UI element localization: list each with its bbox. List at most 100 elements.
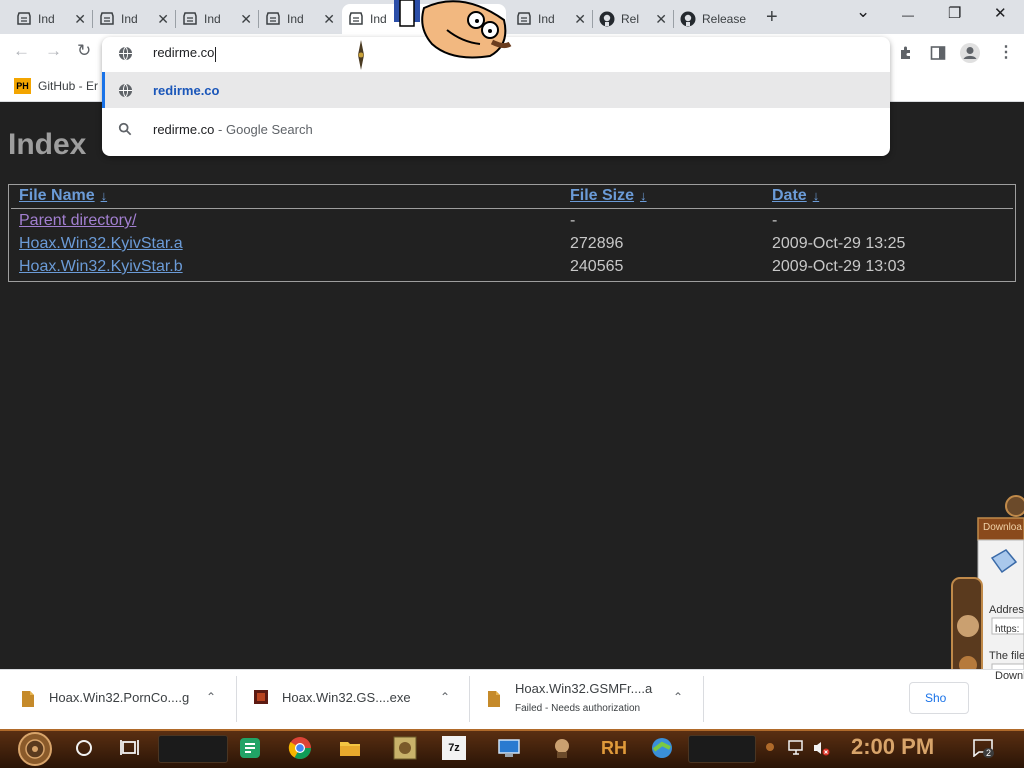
globe-app-icon[interactable] (650, 736, 674, 760)
row-size: 240565 (570, 258, 624, 275)
close-icon[interactable]: ✕ (655, 11, 667, 28)
cartoon-character-sticker (394, 0, 512, 59)
row-link-file[interactable]: Hoax.Win32.KyivStar.a (19, 235, 183, 253)
close-icon[interactable]: ✕ (74, 11, 86, 28)
pin-decoration (358, 40, 364, 70)
spreadsheet-app-icon[interactable] (238, 736, 262, 760)
tab-3[interactable]: Ind ✕ (176, 4, 258, 34)
file-explorer-icon[interactable] (338, 736, 362, 760)
column-header-date[interactable]: Date ↓ (772, 187, 819, 205)
tab-title: Ind (538, 12, 555, 26)
tab-7[interactable]: Rel ✕ (593, 4, 673, 34)
gadget-address-label: Addres (989, 604, 1024, 616)
tab-title: Rel (621, 12, 640, 26)
row-date: 2009-Oct-29 13:25 (772, 235, 906, 252)
sort-arrow-icon[interactable]: ↓ (813, 188, 820, 203)
restore-button[interactable]: ❐ (948, 4, 961, 22)
chevron-up-icon[interactable]: ⌃ (206, 690, 216, 704)
tab-6[interactable]: Ind ✕ (510, 4, 592, 34)
monitor-app-icon[interactable] (497, 736, 521, 760)
sort-arrow-icon[interactable]: ↓ (101, 188, 108, 203)
close-icon[interactable]: ✕ (323, 11, 335, 28)
address-input[interactable]: redirme.co (153, 45, 217, 62)
tab-8[interactable]: Release (674, 4, 756, 34)
tab-4[interactable]: Ind ✕ (259, 4, 341, 34)
download-status: Failed - Needs authorization (515, 703, 641, 714)
rh-app-icon[interactable]: RH (600, 736, 628, 760)
download-item[interactable]: Hoax.Win32.GS....exe ⌃ (236, 669, 469, 729)
suggestion-search[interactable]: redirme.co - Google Search (102, 111, 890, 147)
bookmark-label: GitHub - Er (38, 79, 99, 93)
download-filename: Hoax.Win32.GSMFr....a (515, 681, 653, 696)
row-link-file[interactable]: Hoax.Win32.KyivStar.b (19, 258, 183, 276)
show-all-button[interactable]: Sho (909, 682, 969, 714)
taskbar-slot (158, 735, 228, 763)
download-separator (703, 676, 704, 722)
reload-button[interactable]: ↻ (77, 41, 91, 61)
task-view-icon[interactable] (118, 736, 142, 760)
exe-file-icon (254, 690, 268, 704)
ph-logo-icon: PH (14, 78, 31, 94)
file-icon (22, 691, 34, 707)
download-item[interactable]: Hoax.Win32.PornCo....g ⌃ (0, 669, 236, 729)
bookmark-github[interactable]: PH GitHub - Er (14, 78, 98, 94)
globe-icon (118, 46, 133, 61)
search-icon (118, 122, 132, 136)
row-date: - (772, 212, 778, 229)
row-link-parent-directory[interactable]: Parent directory/ (19, 212, 136, 230)
download-item-failed[interactable]: Hoax.Win32.GSMFr....a Failed - Needs aut… (469, 669, 703, 729)
directory-icon (349, 12, 363, 25)
network-icon[interactable] (786, 736, 806, 760)
taskbar-clock[interactable]: 2:00 PM (851, 734, 934, 760)
close-icon[interactable]: ✕ (574, 11, 586, 28)
gadget-address-input[interactable]: https: (995, 624, 1019, 635)
tab-title: Ind (287, 12, 304, 26)
menu-icon[interactable]: ⋮ (998, 42, 1014, 62)
chevron-up-icon[interactable]: ⌃ (673, 690, 683, 704)
close-window-button[interactable]: ✕ (994, 4, 1007, 22)
character-app-icon[interactable] (550, 736, 574, 760)
gadget-file-label: The file (989, 650, 1024, 662)
directory-icon (100, 12, 114, 25)
suggestion-text: redirme.co (153, 82, 220, 98)
start-button[interactable] (12, 731, 58, 767)
game-app-icon[interactable] (393, 736, 417, 760)
page-title: Index (8, 128, 87, 161)
search-circle-icon[interactable] (72, 736, 96, 760)
tab-title: Ind (121, 12, 138, 26)
tab-1[interactable]: Ind ✕ (10, 4, 92, 34)
side-panel-icon[interactable] (930, 45, 946, 61)
download-filename: Hoax.Win32.PornCo....g (49, 690, 190, 705)
download-filename: Hoax.Win32.GS....exe (282, 690, 411, 705)
sort-arrow-icon[interactable]: ↓ (640, 188, 647, 203)
tray-overflow-icon[interactable] (763, 740, 777, 754)
column-header-name[interactable]: File Name ↓ (19, 187, 107, 205)
forward-button[interactable]: → (45, 41, 62, 61)
close-icon[interactable]: ✕ (240, 11, 252, 28)
tab-title: Ind (370, 12, 387, 26)
column-header-size[interactable]: File Size ↓ (570, 187, 647, 205)
github-icon (680, 11, 696, 27)
back-button[interactable]: ← (13, 41, 30, 61)
tab-title: Release (702, 12, 747, 26)
extensions-icon[interactable] (898, 45, 914, 61)
tab-2[interactable]: Ind ✕ (93, 4, 175, 34)
suggestion-url[interactable]: redirme.co (102, 72, 890, 108)
gadget-download-button[interactable]: Downl (995, 670, 1024, 682)
chrome-icon[interactable] (288, 736, 312, 760)
row-size: - (570, 212, 576, 229)
minimize-button[interactable]: — (902, 8, 914, 22)
chevron-up-icon[interactable]: ⌃ (440, 690, 450, 704)
globe-icon (118, 83, 133, 97)
notification-count-badge: 2 (983, 748, 995, 758)
volume-muted-icon[interactable] (811, 736, 831, 760)
directory-icon (17, 12, 31, 25)
tab-search-icon[interactable]: ⌄ (856, 2, 870, 22)
close-icon[interactable]: ✕ (157, 11, 169, 28)
new-tab-button[interactable]: + (766, 6, 778, 29)
row-size: 272896 (570, 235, 624, 252)
7zip-icon[interactable]: 7z (442, 736, 466, 760)
directory-icon (183, 12, 197, 25)
profile-avatar[interactable] (959, 42, 981, 64)
tab-title: Ind (38, 12, 55, 26)
